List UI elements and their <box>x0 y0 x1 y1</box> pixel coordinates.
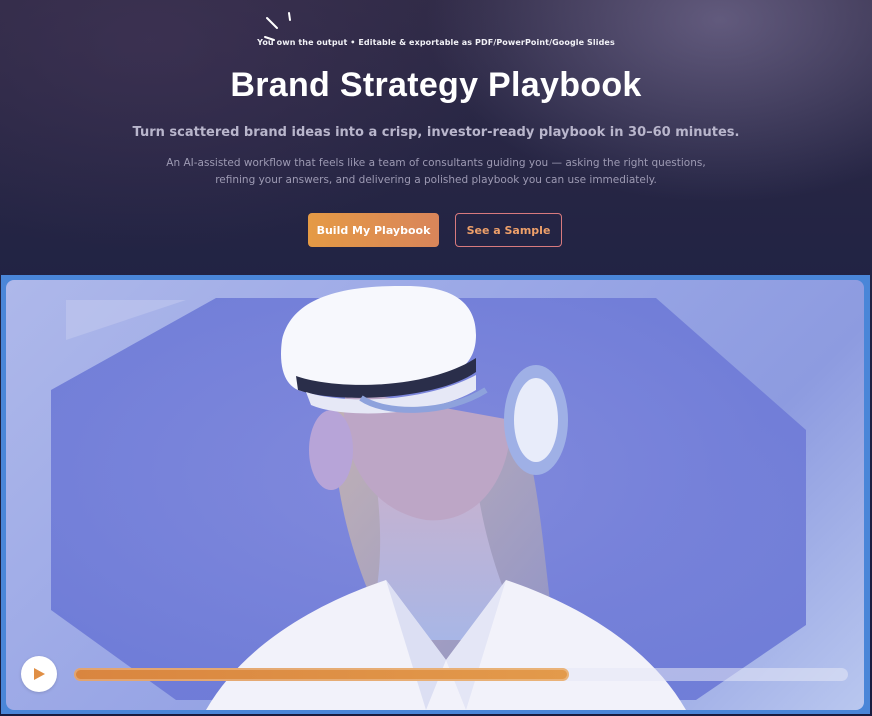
page-title: Brand Strategy Playbook <box>230 66 642 104</box>
play-icon <box>34 668 45 680</box>
eyebrow-text: You own the output • Editable & exportab… <box>257 38 615 47</box>
build-playbook-button[interactable]: Build My Playbook <box>308 213 439 247</box>
video-progress-fill <box>74 668 570 681</box>
play-button[interactable] <box>21 656 57 692</box>
video-progress-bar[interactable] <box>74 668 848 681</box>
video-still-image <box>51 285 806 710</box>
see-sample-button[interactable]: See a Sample <box>455 213 562 247</box>
hero-subtitle: Turn scattered brand ideas into a crisp,… <box>132 125 740 140</box>
video-player[interactable] <box>6 280 864 710</box>
hero-description: An AI-assisted workflow that feels like … <box>166 157 706 186</box>
